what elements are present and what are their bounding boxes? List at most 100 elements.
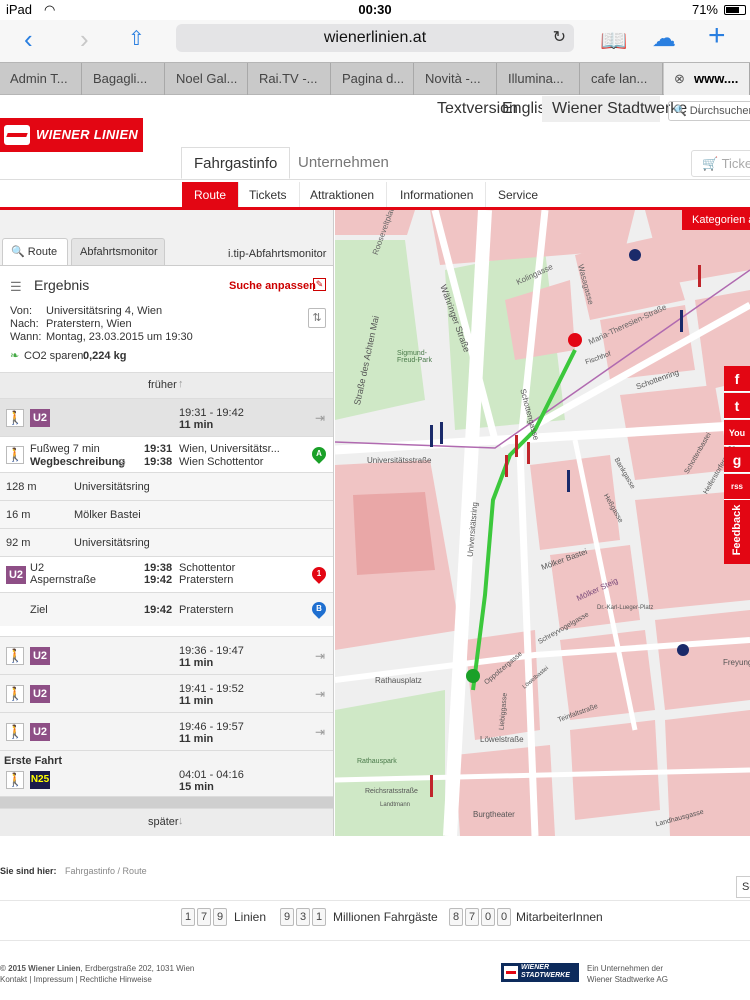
counter-label: Millionen Fahrgäste: [333, 910, 438, 924]
forward-icon[interactable]: ›: [80, 26, 89, 52]
footer-links: Kontakt | Impressum | Rechtliche Hinweis…: [0, 975, 152, 984]
co2-value: 0,224 kg: [83, 350, 127, 362]
route-panel: 🔍 Route Abfahrtsmonitor i.tip-Abfahrtsmo…: [0, 210, 334, 836]
street-label: Löwelstraße: [480, 735, 524, 744]
trip-row[interactable]: 🚶 U2 19:46 - 19:57 11 min ⇥: [0, 712, 333, 750]
counter-digit: 3: [296, 908, 310, 926]
co2-label: CO2 sparen:: [24, 350, 87, 362]
poi-label: Burgtheater: [473, 810, 515, 819]
start-pin-icon: A: [309, 444, 329, 464]
url-bar[interactable]: wienerlinien.at ↻: [176, 24, 574, 52]
footer-search-button[interactable]: Se: [736, 876, 750, 898]
browser-tab[interactable]: Rai.TV -...: [249, 63, 331, 95]
reload-icon[interactable]: ↻: [553, 24, 566, 52]
line-badge: N25: [30, 771, 50, 789]
search-placeholder: Durchsuchen...: [689, 105, 750, 117]
walk-icon: 🚶: [6, 446, 24, 464]
line-badge: U2: [30, 409, 50, 427]
edit-icon[interactable]: ✎: [313, 278, 326, 291]
trip-row[interactable]: 🚶 U2 19:41 - 19:52 11 min ⇥: [0, 674, 333, 712]
route-map[interactable]: Rooseveltplatz Währinger Straße Straße d…: [335, 210, 750, 836]
bookmarks-icon[interactable]: 📖: [600, 28, 627, 54]
youtube-icon[interactable]: You: [724, 420, 750, 446]
ticket-shop-button[interactable]: 🛒 Ticke: [691, 150, 750, 177]
impressum-link[interactable]: Impressum: [34, 975, 74, 984]
kontakt-link[interactable]: Kontakt: [0, 975, 27, 984]
twitter-icon[interactable]: t: [724, 393, 750, 419]
search-icon: 🔍: [11, 246, 25, 258]
share-icon[interactable]: ⇧: [128, 26, 145, 52]
cloud-tabs-icon[interactable]: ☁: [652, 26, 676, 52]
wiener-stadtwerke-logo[interactable]: WIENER STADTWERKE: [501, 963, 579, 982]
spaeter-button[interactable]: später ↓: [0, 808, 333, 836]
park-label: Rathauspark: [357, 758, 397, 765]
copyright-address: , Erdbergstraße 202, 1031 Wien: [80, 964, 195, 973]
nach-label: Nach:: [10, 318, 39, 330]
frueher-label: früher: [148, 379, 177, 391]
close-tab-icon[interactable]: ⊗: [674, 63, 685, 95]
subnav-route[interactable]: Route: [182, 182, 240, 208]
trip-duration: 11 min: [179, 419, 214, 431]
export-icon[interactable]: ⇥: [315, 411, 325, 425]
browser-tab[interactable]: Admin T...: [0, 63, 82, 95]
trip-row[interactable]: 🚶 U2 19:31 - 19:42 11 min ⇥: [0, 398, 333, 436]
wegbeschreibung-toggle[interactable]: Wegbeschreibung: [30, 456, 125, 468]
browser-tab[interactable]: Illumina...: [498, 63, 580, 95]
subnav-attraktionen[interactable]: Attraktionen: [298, 182, 388, 208]
trip-time: 19:31 - 19:42: [179, 407, 244, 419]
status-bar: iPad ◠ 00:30 71%: [0, 0, 750, 20]
export-icon[interactable]: ⇥: [315, 687, 325, 701]
logo-mark: [504, 966, 518, 979]
rechtliche-hinweise-link[interactable]: Rechtliche Hinweise: [80, 975, 152, 984]
panel-tab-abfahrtsmonitor[interactable]: Abfahrtsmonitor: [71, 238, 165, 266]
subnav-informationen[interactable]: Informationen: [388, 182, 487, 208]
trip-row[interactable]: 🚶 U2 19:36 - 19:47 11 min ⇥: [0, 636, 333, 674]
collapse-icon[interactable]: ⊖: [117, 456, 126, 469]
tab-fahrgastinfo[interactable]: Fahrgastinfo: [181, 147, 291, 179]
counter-digit: 9: [213, 908, 227, 926]
map-canvas[interactable]: [335, 210, 750, 836]
kategorien-button[interactable]: Kategorien a: [682, 210, 750, 230]
walk-icon: 🚶: [6, 771, 24, 789]
suche-anpassen-link[interactable]: Suche anpassen: [229, 280, 316, 292]
export-icon[interactable]: ⇥: [315, 725, 325, 739]
browser-tab[interactable]: Pagina d...: [332, 63, 414, 95]
swap-icon[interactable]: ⇅: [308, 308, 326, 328]
site-search-input[interactable]: 🔍 Durchsuchen...: [668, 101, 750, 121]
panel-tab-route[interactable]: 🔍 Route: [2, 238, 68, 266]
browser-tab-active[interactable]: ⊗ www....: [664, 63, 750, 95]
tab-unternehmen[interactable]: Unternehmen: [286, 147, 401, 179]
frueher-button[interactable]: früher ↑: [0, 372, 333, 398]
walk-segment: 128 m Universitätsring: [0, 472, 333, 500]
browser-tab[interactable]: Noel Gal...: [166, 63, 248, 95]
facebook-icon[interactable]: f: [724, 366, 750, 392]
trip-row[interactable]: Erste Fahrt 🚶 N25 04:01 - 04:16 15 min: [0, 750, 333, 796]
breadcrumb-path[interactable]: Fahrgastinfo / Route: [65, 866, 147, 876]
new-tab-icon[interactable]: +: [708, 21, 726, 51]
subnav-tickets[interactable]: Tickets: [237, 182, 300, 208]
panel-body: ☰ Ergebnis Suche anpassen ✎ Von: Univers…: [0, 265, 333, 836]
itip-link[interactable]: i.tip-Abfahrtsmonitor: [228, 248, 326, 260]
rss-icon[interactable]: rss: [724, 474, 750, 500]
cart-label: Ticke: [721, 156, 750, 171]
walk-t1: 19:31: [144, 443, 173, 455]
bus-stop-icon: [629, 249, 641, 261]
subnav-service[interactable]: Service: [486, 182, 550, 208]
googleplus-icon[interactable]: g: [724, 447, 750, 473]
wiener-linien-logo[interactable]: WIENER LINIEN: [0, 118, 143, 152]
logo-mark: [4, 125, 30, 145]
trip-duration: 11 min: [179, 695, 214, 707]
stadtwerke-link[interactable]: Wiener Stadtwerke ↓: [542, 96, 704, 122]
feedback-button[interactable]: Feedback: [724, 500, 750, 564]
walk-place-2: Wien Schottentor: [179, 456, 264, 468]
back-icon[interactable]: ‹: [24, 26, 33, 52]
wann-label: Wann:: [10, 331, 42, 343]
browser-tab[interactable]: Bagagli...: [83, 63, 165, 95]
walk-icon: 🚶: [6, 647, 24, 665]
von-label: Von:: [10, 305, 33, 317]
browser-tab[interactable]: cafe lan...: [581, 63, 663, 95]
export-icon[interactable]: ⇥: [315, 649, 325, 663]
walk-step: 🚶 Fußweg 7 min Wegbeschreibung ⊖ 19:31 1…: [0, 436, 333, 472]
browser-tab[interactable]: Novità -...: [415, 63, 497, 95]
walk-icon: 🚶: [6, 723, 24, 741]
